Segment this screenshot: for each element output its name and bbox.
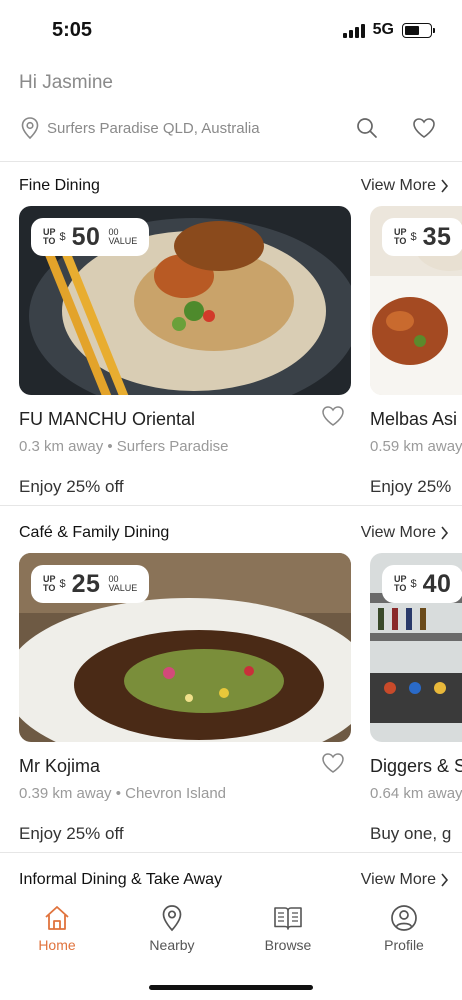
- restaurant-distance: 0.3 km away • Surfers Paradise: [19, 438, 229, 455]
- restaurant-photo: UP TO $ 35: [370, 206, 462, 395]
- location-pin-icon: [162, 905, 182, 932]
- view-more-label: View More: [360, 177, 436, 194]
- search-button[interactable]: [353, 114, 381, 142]
- restaurant-distance: 0.64 km away: [370, 785, 462, 802]
- tab-label: Profile: [384, 937, 424, 953]
- section-header-cafe-family: Café & Family Dining View More: [19, 522, 449, 544]
- restaurant-photo: UP TO $ 25 00 VALUE: [19, 553, 351, 742]
- chevron-right-icon: [441, 179, 449, 193]
- header-divider: [0, 161, 462, 162]
- favourites-button[interactable]: [410, 114, 438, 142]
- restaurant-name: Melbas Asi: [370, 409, 458, 429]
- section-title: Informal Dining & Take Away: [19, 871, 223, 888]
- badge-amount: 35: [422, 222, 452, 251]
- view-more-link[interactable]: View More: [361, 871, 449, 889]
- restaurant-offer: Buy one, g: [370, 824, 452, 843]
- location-label: Surfers Paradise QLD, Australia: [47, 119, 260, 137]
- bottom-tab-bar: Home Nearby Browse Profile: [0, 893, 462, 1000]
- tab-profile[interactable]: Profile: [359, 903, 449, 953]
- battery-icon: [402, 22, 435, 38]
- restaurant-name: Diggers & S: [370, 756, 462, 776]
- restaurant-card[interactable]: UP TO $ 35 Melbas Asi 0.59 km away Enjoy …: [370, 206, 462, 496]
- restaurant-distance: 0.39 km away • Chevron Island: [19, 785, 227, 802]
- view-more-label: View More: [360, 871, 436, 888]
- view-more-link[interactable]: View More: [361, 177, 449, 195]
- heart-icon: [413, 118, 435, 138]
- book-icon: [274, 907, 302, 930]
- location-pin-icon: [21, 117, 39, 140]
- search-icon: [357, 118, 377, 138]
- signal-icon: [342, 23, 365, 38]
- restaurant-distance: 0.59 km away: [370, 438, 462, 455]
- network-label: 5G: [372, 21, 394, 38]
- tab-browse[interactable]: Browse: [243, 903, 333, 953]
- restaurant-offer: Enjoy 25% off: [19, 824, 124, 843]
- tab-label: Home: [38, 937, 76, 953]
- section-header-informal-dining: Informal Dining & Take Away View More: [19, 869, 449, 891]
- restaurant-name: Mr Kojima: [19, 756, 101, 776]
- status-bar: 5:05 5G: [0, 0, 462, 60]
- restaurant-photo: UP TO $ 40: [370, 553, 462, 742]
- badge-amount: 40: [422, 569, 452, 598]
- status-time: 5:05: [52, 19, 93, 41]
- value-badge: UP TO $ 40: [382, 565, 462, 603]
- section-title: Fine Dining: [19, 177, 100, 194]
- heart-icon[interactable]: [321, 752, 345, 774]
- restaurant-card[interactable]: UP TO $ 50 00 VALUE FU MANCHU Oriental 0.3…: [19, 206, 351, 496]
- chevron-right-icon: [441, 873, 449, 887]
- profile-icon: [391, 905, 417, 931]
- badge-amount: 50: [71, 222, 101, 251]
- section-divider: [0, 505, 462, 506]
- chevron-right-icon: [441, 526, 449, 540]
- tab-label: Browse: [264, 937, 312, 953]
- section-header-fine-dining: Fine Dining View More: [19, 175, 449, 197]
- value-badge: UP TO $ 25 00 VALUE: [31, 565, 150, 603]
- value-badge: UP TO $ 35: [382, 218, 462, 256]
- view-more-label: View More: [360, 524, 436, 541]
- carousel-fine-dining[interactable]: UP TO $ 50 00 VALUE FU MANCHU Oriental 0.3…: [0, 206, 462, 496]
- badge-amount: 25: [71, 569, 101, 598]
- tab-home[interactable]: Home: [12, 903, 102, 953]
- restaurant-photo: UP TO $ 50 00 VALUE: [19, 206, 351, 395]
- restaurant-card[interactable]: UP TO $ 25 00 VALUE Mr Kojima 0.39 km away…: [19, 553, 351, 843]
- view-more-link[interactable]: View More: [361, 524, 449, 542]
- greeting: Hi Jasmine: [19, 72, 113, 93]
- tab-nearby[interactable]: Nearby: [127, 903, 217, 953]
- restaurant-offer: Enjoy 25% off: [19, 477, 124, 496]
- home-indicator[interactable]: [149, 985, 313, 990]
- restaurant-offer: Enjoy 25%: [370, 477, 452, 496]
- home-icon: [45, 906, 69, 930]
- location-selector[interactable]: Surfers Paradise QLD, Australia: [19, 114, 444, 142]
- restaurant-card[interactable]: UP TO $ 40 Diggers & S 0.64 km away Buy o…: [370, 553, 462, 843]
- heart-icon[interactable]: [321, 405, 345, 427]
- status-indicators: 5G: [342, 21, 435, 39]
- tab-label: Nearby: [149, 937, 195, 953]
- carousel-cafe-family[interactable]: UP TO $ 25 00 VALUE Mr Kojima 0.39 km away…: [0, 553, 462, 843]
- section-divider: [0, 852, 462, 853]
- value-badge: UP TO $ 50 00 VALUE: [31, 218, 150, 256]
- restaurant-name: FU MANCHU Oriental: [19, 409, 196, 429]
- section-title: Café & Family Dining: [19, 524, 170, 541]
